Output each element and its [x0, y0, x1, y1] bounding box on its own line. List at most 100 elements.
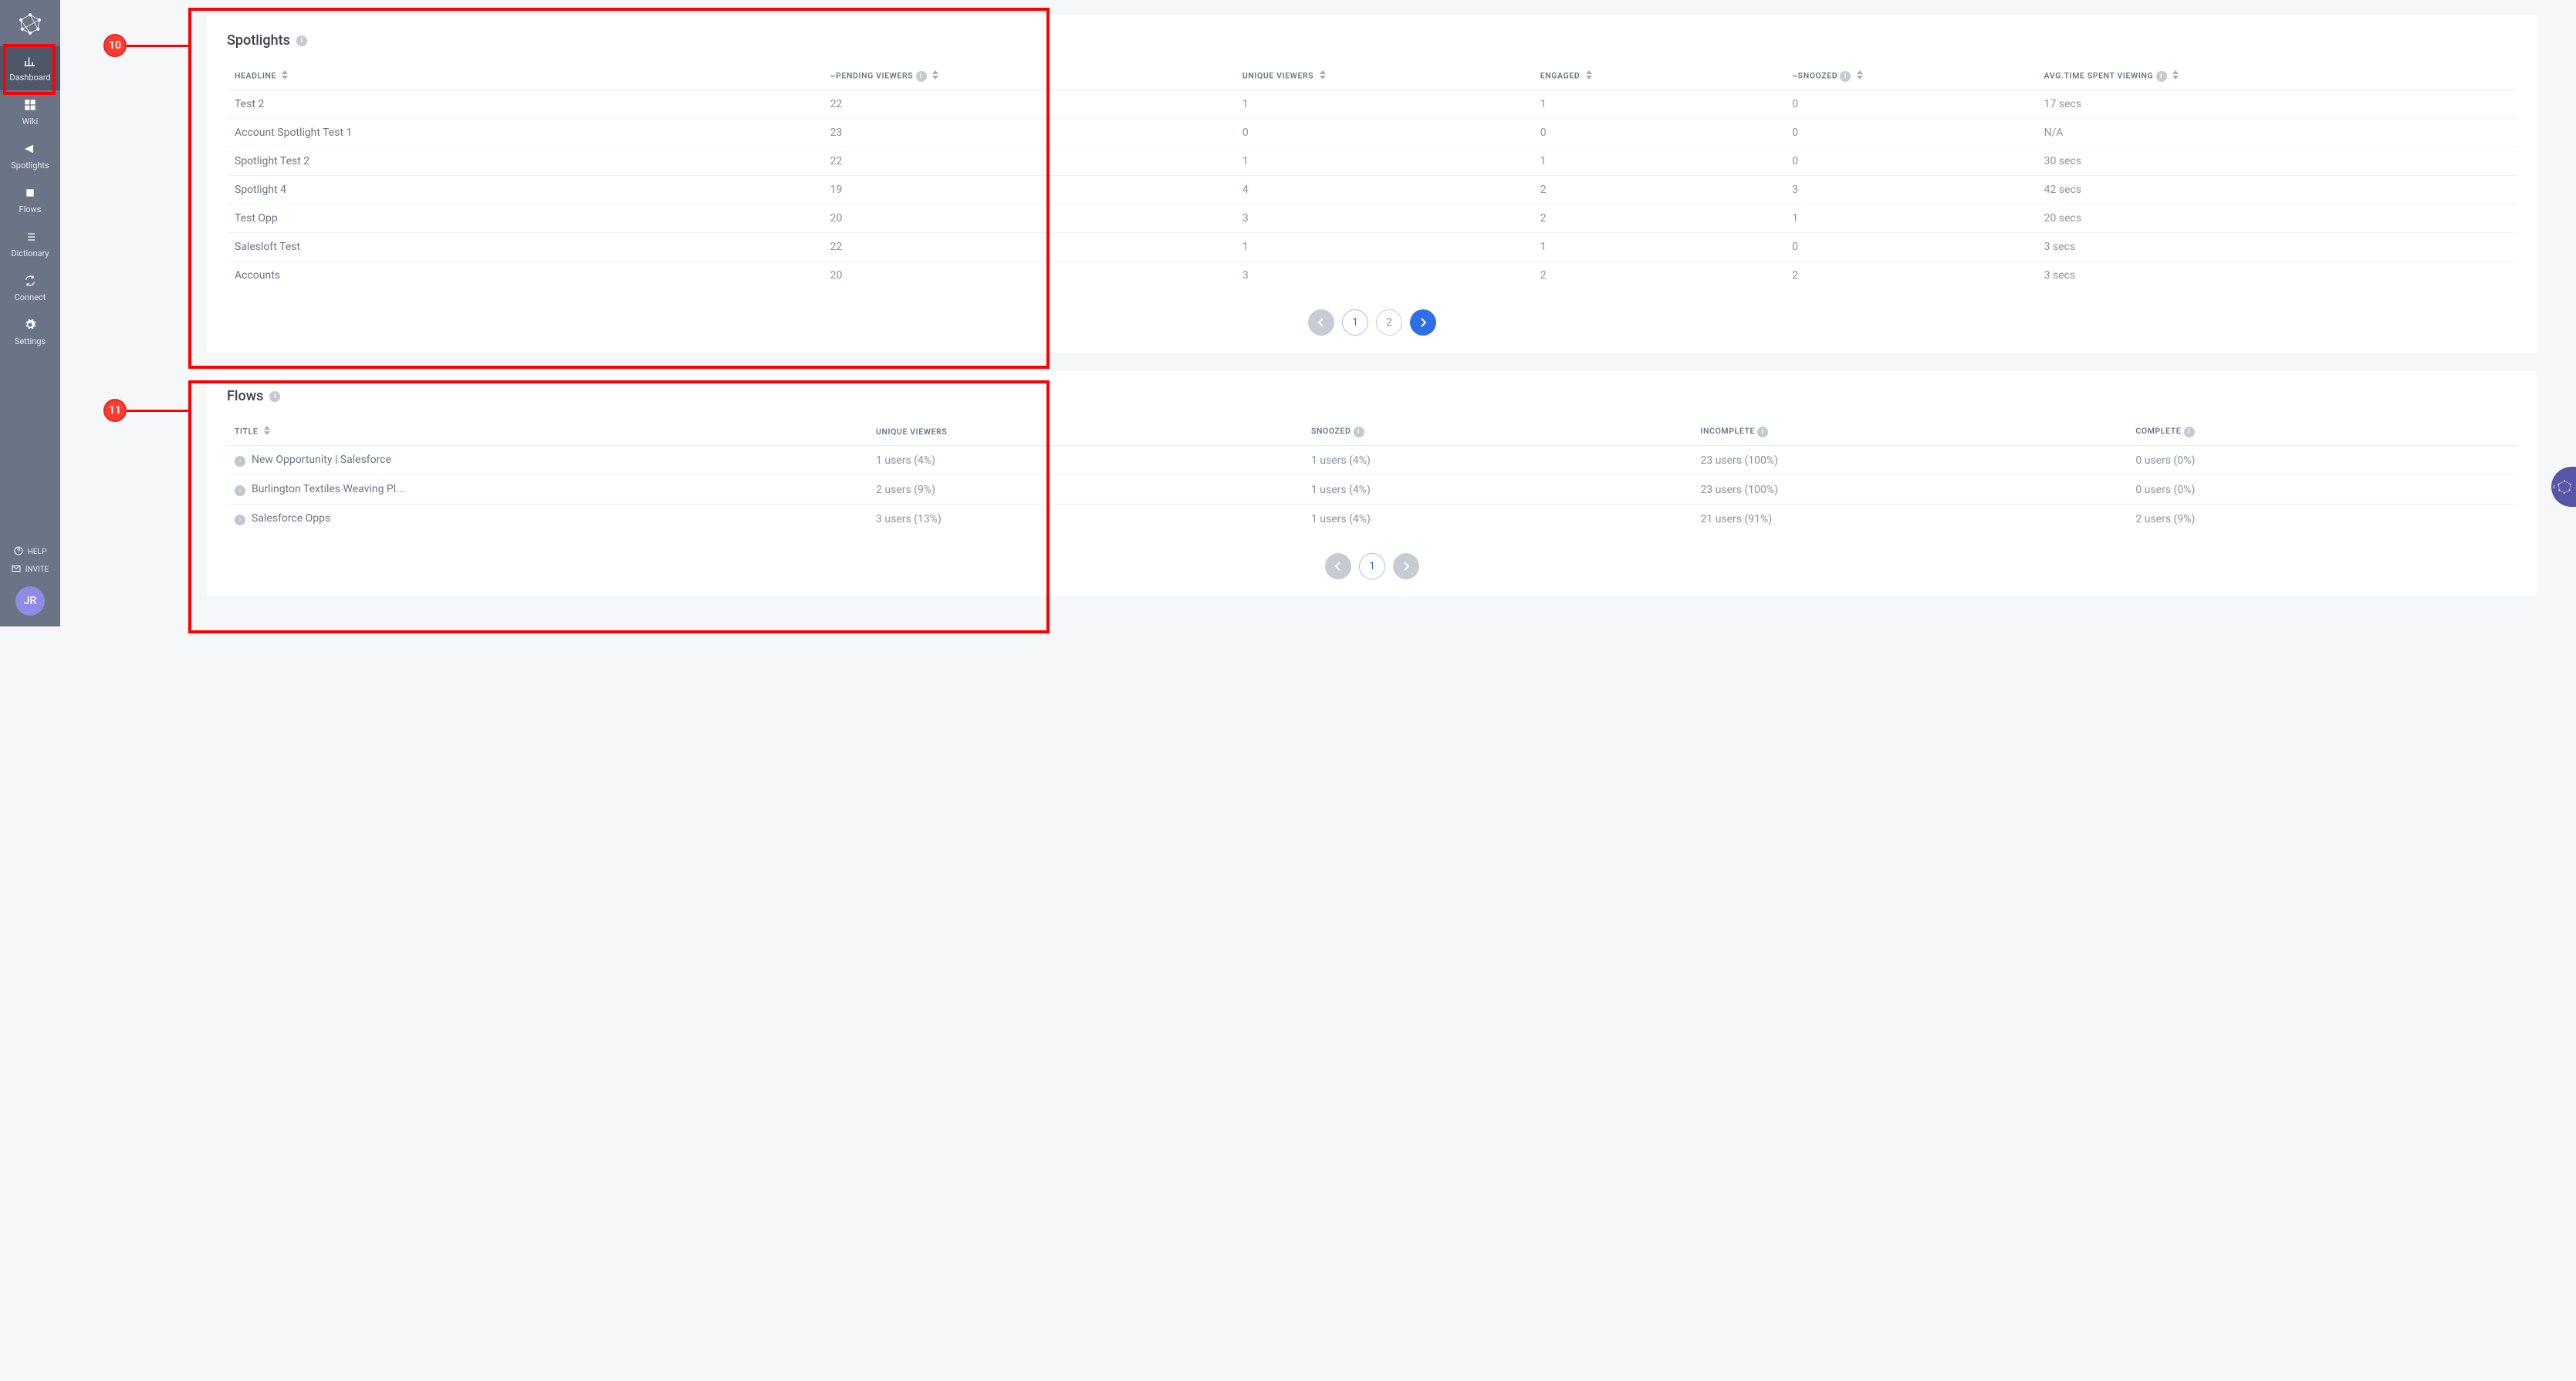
cell-engaged: 1: [1533, 233, 1784, 262]
table-row[interactable]: Accounts203223 secs: [227, 262, 2517, 290]
cell-unique: 2 users (9%): [868, 475, 1303, 505]
cell-unique: 1: [1235, 147, 1533, 176]
col-unique[interactable]: UNIQUE VIEWERS: [1235, 62, 1533, 90]
cell-title: ›New Opportunity | Salesforce: [227, 446, 868, 475]
info-icon[interactable]: i: [1840, 71, 1851, 82]
page-prev-button[interactable]: [1308, 309, 1334, 336]
info-icon[interactable]: i: [1757, 427, 1768, 437]
table-row[interactable]: Test Opp2032120 secs: [227, 204, 2517, 233]
cell-pending: 22: [823, 147, 1235, 176]
table-row[interactable]: Account Spotlight Test 123000N/A: [227, 119, 2517, 147]
cell-pending: 23: [823, 119, 1235, 147]
cell-engaged: 2: [1533, 176, 1784, 204]
page-next-button[interactable]: [1393, 553, 1419, 579]
info-icon[interactable]: i: [916, 71, 927, 82]
widget-tab[interactable]: ‹: [2551, 467, 2576, 507]
annotation-badge-11: 11: [103, 399, 127, 422]
logo-icon: [17, 11, 43, 46]
help-icon: [14, 546, 23, 558]
col-avg[interactable]: AVG.TIME SPENT VIEWING i: [2037, 62, 2517, 90]
sort-icon: [1586, 70, 1592, 82]
chevron-right-icon: ›: [235, 485, 245, 496]
cell-incomplete: 21 users (91%): [1692, 505, 2128, 534]
avatar[interactable]: JR: [15, 586, 45, 616]
col-engaged[interactable]: ENGAGED: [1533, 62, 1784, 90]
cell-avg: 42 secs: [2037, 176, 2517, 204]
page-1-button[interactable]: 1: [1359, 553, 1385, 579]
cell-engaged: 0: [1533, 119, 1784, 147]
annotation-badge-10: 10: [103, 34, 127, 57]
info-icon[interactable]: i: [2184, 427, 2195, 437]
table-row[interactable]: Spotlight Test 22211030 secs: [227, 147, 2517, 176]
sidebar: Dashboard Wiki Spotlights Flows Dictiona: [0, 0, 60, 626]
sidebar-item-spotlights[interactable]: Spotlights: [0, 134, 60, 178]
col-incomplete[interactable]: INCOMPLETE i: [1692, 418, 2128, 446]
table-row[interactable]: ›Salesforce Opps3 users (13%)1 users (4%…: [227, 505, 2517, 534]
col-title[interactable]: TITLE: [227, 418, 868, 446]
info-icon[interactable]: i: [269, 391, 280, 402]
flows-table: TITLE UNIQUE VIEWERS SNOOZED i INCOMPLET…: [227, 418, 2517, 533]
cell-complete: 0 users (0%): [2128, 446, 2517, 475]
col-snoozed[interactable]: SNOOZED i: [1303, 418, 1693, 446]
sidebar-item-connect[interactable]: Connect: [0, 266, 60, 310]
square-icon: [23, 186, 37, 200]
sidebar-item-dictionary[interactable]: Dictionary: [0, 222, 60, 266]
page-1-button[interactable]: 1: [1342, 309, 1368, 336]
cell-pending: 20: [823, 262, 1235, 290]
annotation-line-10: [127, 45, 188, 47]
cell-headline: Account Spotlight Test 1: [227, 119, 823, 147]
cell-unique: 1: [1235, 233, 1533, 262]
invite-link[interactable]: INVITE: [12, 564, 49, 576]
table-row[interactable]: Salesloft Test221103 secs: [227, 233, 2517, 262]
flows-card: Flows i TITLE UNIQUE VIEWERS SNOOZE: [207, 371, 2537, 596]
cell-unique: 1: [1235, 90, 1533, 119]
cell-snoozed: 1 users (4%): [1303, 475, 1693, 505]
sidebar-item-label: Flows: [19, 204, 42, 214]
table-row[interactable]: ›New Opportunity | Salesforce 1 users (4%…: [227, 446, 2517, 475]
page-next-button[interactable]: [1410, 309, 1436, 336]
cell-headline: Test Opp: [227, 204, 823, 233]
cell-incomplete: 23 users (100%): [1692, 446, 2128, 475]
table-row[interactable]: ›Burlington Textiles Weaving Pl...2 user…: [227, 475, 2517, 505]
sort-icon: [1857, 70, 1863, 82]
cell-snoozed: 1 users (4%): [1303, 446, 1693, 475]
sidebar-item-dashboard[interactable]: Dashboard: [0, 46, 60, 90]
sidebar-item-label: Spotlights: [11, 160, 49, 171]
cell-avg: 3 secs: [2037, 233, 2517, 262]
table-row[interactable]: Test 22211017 secs: [227, 90, 2517, 119]
cell-pending: 22: [823, 233, 1235, 262]
cell-engaged: 1: [1533, 90, 1784, 119]
col-pending[interactable]: ~PENDING VIEWERS i: [823, 62, 1235, 90]
spotlights-table: HEADLINE ~PENDING VIEWERS i UNIQUE VIEWE…: [227, 62, 2517, 289]
cell-engaged: 2: [1533, 262, 1784, 290]
cell-snoozed: 0: [1784, 90, 2036, 119]
info-icon[interactable]: i: [296, 35, 307, 46]
sidebar-item-wiki[interactable]: Wiki: [0, 90, 60, 134]
main-content: 10 11 Spotlights i HEADLINE: [60, 0, 2576, 626]
flows-pagination: 1: [227, 553, 2517, 579]
col-snoozed[interactable]: ~SNOOZED i: [1784, 62, 2036, 90]
cell-headline: Test 2: [227, 90, 823, 119]
cell-pending: 22: [823, 90, 1235, 119]
chevron-right-icon: ›: [235, 456, 245, 467]
sidebar-item-label: Settings: [15, 336, 46, 346]
page-2-button[interactable]: 2: [1376, 309, 1402, 336]
col-unique[interactable]: UNIQUE VIEWERS: [868, 418, 1303, 446]
info-icon[interactable]: i: [2156, 71, 2167, 82]
table-row[interactable]: Spotlight 41942342 secs: [227, 176, 2517, 204]
spotlights-title: Spotlights: [227, 32, 290, 49]
chevron-left-icon: ‹: [2553, 483, 2555, 491]
info-icon[interactable]: i: [1354, 427, 1364, 437]
col-complete[interactable]: COMPLETE i: [2128, 418, 2517, 446]
page-prev-button[interactable]: [1325, 553, 1351, 579]
avatar-initials: JR: [24, 595, 37, 607]
sidebar-item-label: Dictionary: [11, 248, 49, 258]
sort-icon: [282, 70, 288, 82]
sidebar-item-settings[interactable]: Settings: [0, 310, 60, 354]
cell-unique: 3 users (13%): [868, 505, 1303, 534]
col-headline[interactable]: HEADLINE: [227, 62, 823, 90]
sidebar-item-flows[interactable]: Flows: [0, 178, 60, 222]
cell-headline: Accounts: [227, 262, 823, 290]
help-link[interactable]: HELP: [14, 546, 47, 558]
sort-icon: [1320, 70, 1326, 82]
